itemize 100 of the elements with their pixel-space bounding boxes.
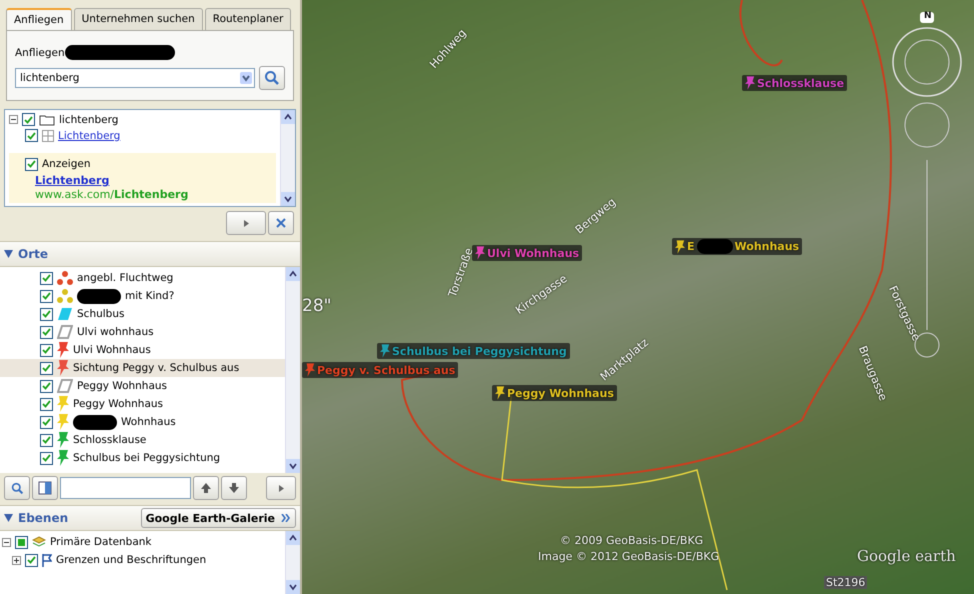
scroll-up-icon[interactable] <box>281 110 295 124</box>
checkbox[interactable] <box>25 158 38 170</box>
search-tab[interactable]: Routenplaner <box>204 8 292 30</box>
pushpin-icon[interactable] <box>305 363 315 377</box>
place-row[interactable]: Peggy Wohnhaus <box>0 395 285 413</box>
checkbox[interactable] <box>40 452 53 464</box>
checkbox[interactable] <box>40 434 53 446</box>
copyright-text: © 2009 GeoBasis-DE/BKG <box>560 534 704 547</box>
placemark-label[interactable]: Schulbus bei Peggysichtung <box>377 343 570 359</box>
collapse-icon[interactable] <box>2 538 11 546</box>
placemark-label[interactable]: Peggy Wohnhaus <box>492 385 617 401</box>
layer-label: Primäre Datenbank <box>50 536 152 548</box>
layers-header[interactable]: Ebenen Google Earth-Galerie <box>0 505 300 531</box>
pushpin-icon[interactable] <box>745 76 755 90</box>
panel-icon <box>38 481 52 495</box>
pushpin-icon[interactable] <box>475 246 485 260</box>
checkbox[interactable] <box>40 326 53 338</box>
checkmark-icon <box>42 436 51 444</box>
filter-field[interactable] <box>60 477 191 499</box>
places-header[interactable]: Orte <box>0 241 300 267</box>
move-down-button[interactable] <box>221 476 247 500</box>
place-row[interactable]: Ulvi Wohnhaus <box>0 341 285 359</box>
checkbox[interactable] <box>40 416 53 428</box>
place-row[interactable]: Ulvi wohnhaus <box>0 323 285 341</box>
search-field[interactable]: lichtenberg <box>15 68 255 88</box>
scroll-up-icon[interactable] <box>286 531 300 545</box>
double-chevron-icon <box>281 514 291 522</box>
checkbox[interactable] <box>40 344 53 356</box>
scrollbar[interactable] <box>280 110 295 206</box>
place-label: angebl. Fluchtweg <box>77 272 174 284</box>
play-triangle-icon <box>244 220 248 226</box>
place-label: Ulvi wohnhaus <box>77 326 154 338</box>
pushpin-icon[interactable] <box>495 386 505 400</box>
up-arrow-icon <box>201 483 211 493</box>
checkbox[interactable] <box>40 290 53 302</box>
scroll-down-icon[interactable] <box>286 580 300 594</box>
scrollbar[interactable] <box>285 531 300 594</box>
placemark-label[interactable]: E Wohnhaus <box>672 238 802 255</box>
checkbox[interactable] <box>40 362 53 374</box>
result-folder-label: lichtenberg <box>59 114 118 126</box>
checkmark-icon <box>42 454 51 462</box>
logo-text: Google earth <box>857 547 956 565</box>
checkbox[interactable] <box>40 308 53 320</box>
expand-button[interactable] <box>266 476 296 500</box>
ad-url: www.ask.com/Lichtenberg <box>35 188 190 201</box>
place-label: Peggy Wohnhaus <box>73 398 164 410</box>
place-label: Ulvi Wohnhaus <box>73 344 151 356</box>
checkmark-icon <box>42 310 51 318</box>
checkmark-icon <box>27 160 36 168</box>
place-row[interactable]: angebl. Fluchtweg <box>0 269 285 287</box>
move-up-button[interactable] <box>193 476 219 500</box>
checkbox[interactable] <box>25 129 38 142</box>
close-button[interactable] <box>268 211 294 235</box>
fly-to-label: Anfliegen <box>15 46 65 58</box>
search-icon <box>264 70 280 86</box>
compass-north-label: N <box>924 11 932 21</box>
collapse-icon[interactable] <box>9 115 18 124</box>
search-tab[interactable]: Unternehmen suchen <box>74 8 203 30</box>
place-row[interactable]: Schlossklause <box>0 431 285 449</box>
pushpin-icon[interactable] <box>675 240 685 254</box>
search-tab[interactable]: Anfliegen <box>6 8 72 30</box>
coordinate-text: 28" <box>302 296 332 316</box>
checkmark-icon <box>42 418 51 426</box>
scrollbar[interactable] <box>285 267 300 473</box>
road-number-text: St2196 <box>824 576 868 589</box>
copyright-text: Image © 2012 GeoBasis-DE/BKG <box>538 550 720 563</box>
checkmark-icon <box>42 274 51 282</box>
checkbox[interactable] <box>25 554 38 566</box>
place-label: Sichtung Peggy v. Schulbus aus <box>73 362 240 374</box>
checkbox[interactable] <box>22 113 35 126</box>
place-label: Schulbus <box>77 308 124 320</box>
search-button[interactable] <box>4 476 30 500</box>
ad-title-link[interactable]: Lichtenberg <box>35 174 272 187</box>
scroll-down-icon[interactable] <box>281 192 295 206</box>
expand-button[interactable] <box>226 211 266 235</box>
place-row[interactable]: Sichtung Peggy v. Schulbus aus <box>0 359 285 377</box>
place-row[interactable]: Wohnhaus <box>0 413 285 431</box>
search-button[interactable] <box>259 66 285 90</box>
result-link[interactable]: Lichtenberg <box>58 130 120 142</box>
place-row[interactable]: Schulbus bei Peggysichtung <box>0 449 285 467</box>
checkmark-icon <box>42 328 51 336</box>
place-row[interactable]: Schulbus <box>0 305 285 323</box>
expand-icon[interactable] <box>12 556 21 564</box>
checkbox[interactable] <box>40 380 53 392</box>
scroll-up-icon[interactable] <box>286 267 300 281</box>
place-row[interactable]: Peggy Wohnhaus <box>0 377 285 395</box>
layers-title: Ebenen <box>18 511 68 525</box>
checkbox[interactable] <box>40 272 53 284</box>
gallery-button[interactable]: Google Earth-Galerie <box>140 508 296 528</box>
places-title: Orte <box>18 247 48 261</box>
place-row[interactable]: mit Kind? <box>0 287 285 305</box>
grid-icon <box>42 130 54 142</box>
checkbox[interactable] <box>15 536 28 548</box>
scroll-down-icon[interactable] <box>286 459 300 473</box>
satellite-map[interactable] <box>302 0 974 594</box>
checkbox[interactable] <box>40 398 53 410</box>
pushpin-icon[interactable] <box>380 344 390 358</box>
place-label: Wohnhaus <box>121 416 176 428</box>
checkmark-icon <box>42 382 51 390</box>
panel-toggle-button[interactable] <box>32 476 58 500</box>
